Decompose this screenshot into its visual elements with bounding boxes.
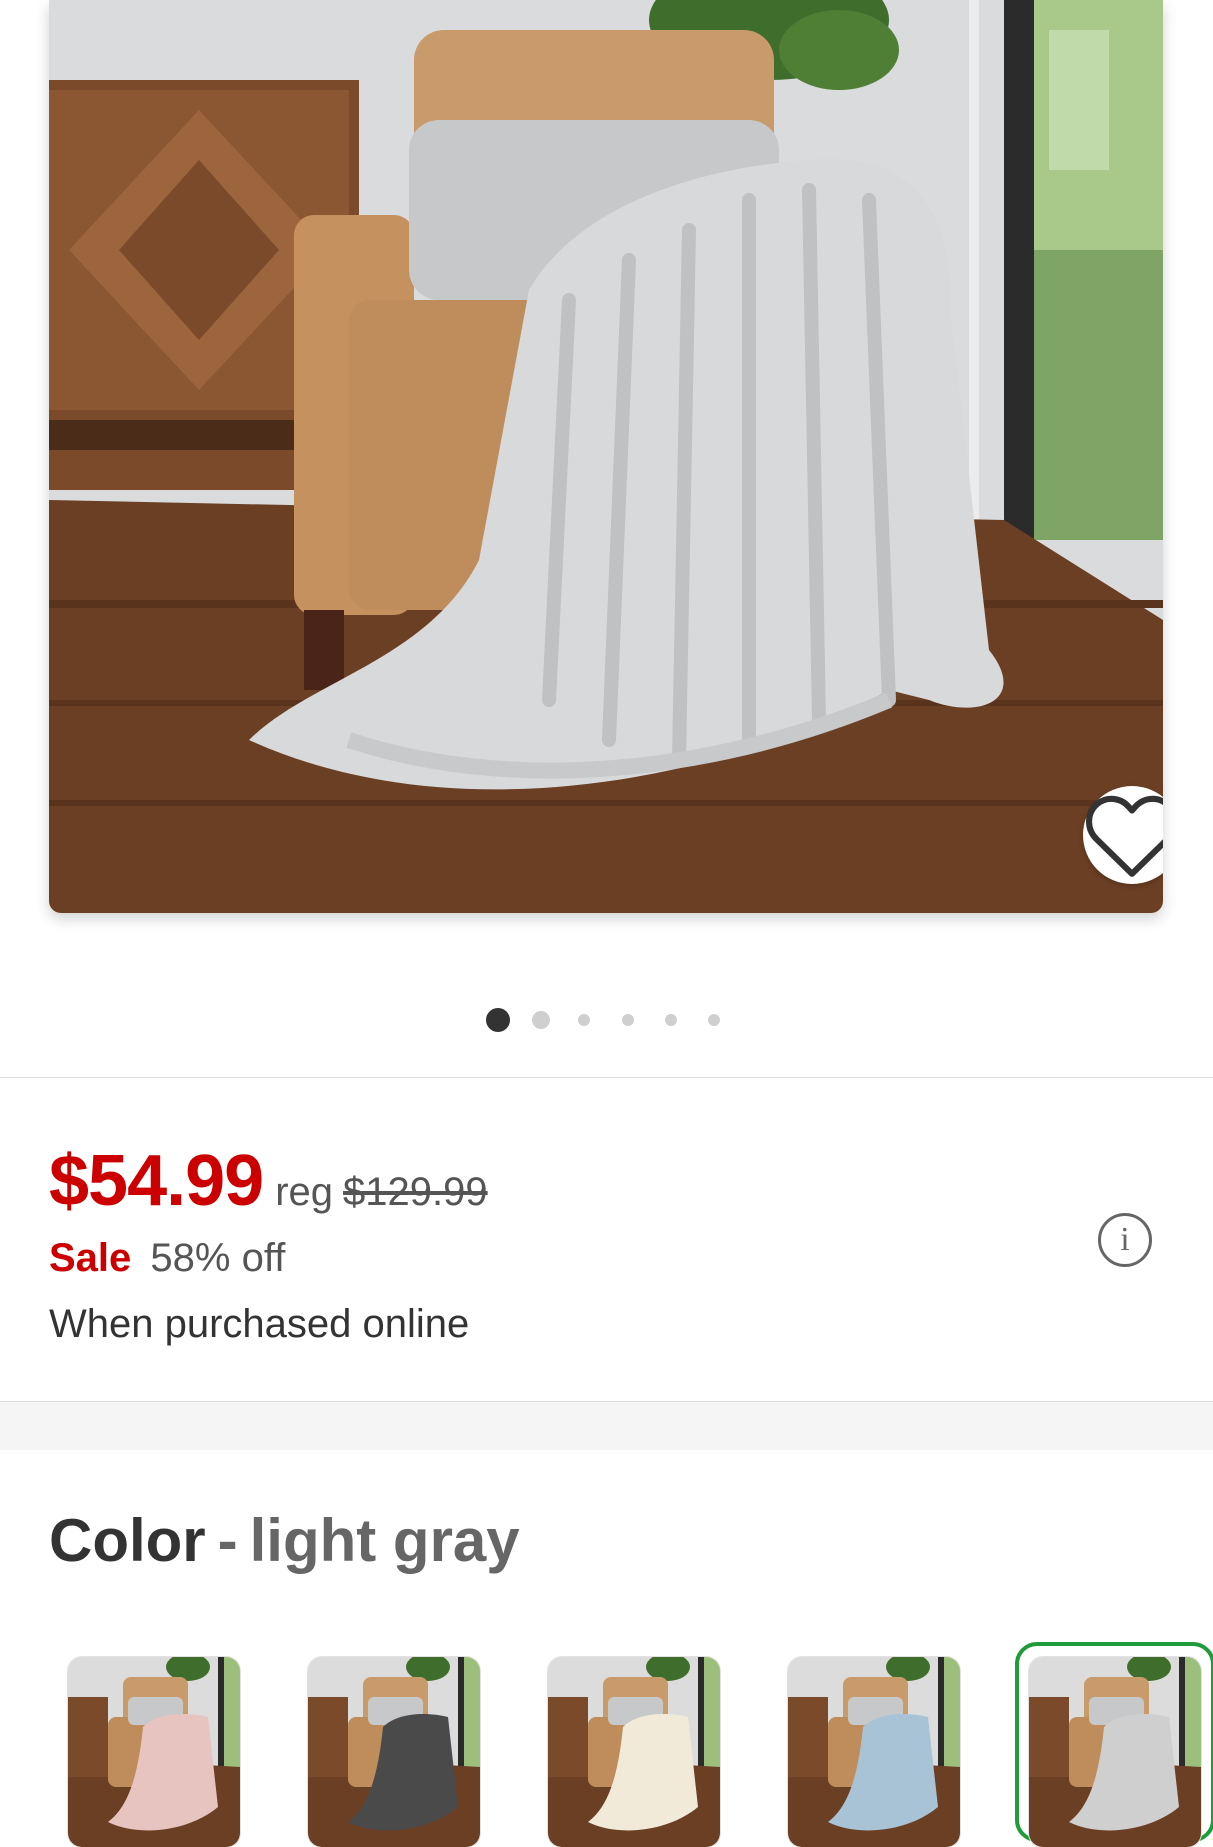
sale-badge: Sale: [49, 1236, 132, 1280]
heart-outline-icon: [1086, 795, 1163, 877]
section-divider: [0, 1077, 1213, 1078]
carousel-dot[interactable]: [578, 1014, 590, 1026]
swatch-thumbnail: [788, 1657, 960, 1847]
carousel-dot[interactable]: [532, 1011, 550, 1029]
color-swatch[interactable]: [1029, 1657, 1201, 1847]
carousel-dot[interactable]: [708, 1014, 720, 1026]
color-separator: -: [217, 1507, 238, 1574]
product-photo: [49, 0, 1163, 913]
color-swatch[interactable]: [548, 1657, 720, 1847]
swatch-thumbnail: [68, 1657, 240, 1847]
swatch-thumbnail: [308, 1657, 480, 1847]
price-row: $54.99 reg $129.99: [49, 1140, 488, 1222]
carousel-dot[interactable]: [486, 1008, 510, 1032]
sale-row: Sale 58% off: [49, 1236, 285, 1281]
swatch-thumbnail: [548, 1657, 720, 1847]
purchase-note: When purchased online: [49, 1302, 470, 1346]
color-swatch[interactable]: [308, 1657, 480, 1847]
regular-price: $129.99: [343, 1170, 488, 1214]
color-swatch[interactable]: [788, 1657, 960, 1847]
selected-color-value: light gray: [249, 1507, 520, 1574]
color-swatch[interactable]: [68, 1657, 240, 1847]
discount-text: 58% off: [150, 1236, 286, 1280]
reg-label: reg: [275, 1170, 334, 1214]
color-label: Color: [49, 1507, 206, 1574]
carousel-dot[interactable]: [622, 1014, 634, 1026]
info-icon[interactable]: i: [1098, 1213, 1152, 1267]
sale-price: $54.99: [49, 1141, 264, 1221]
carousel-dot[interactable]: [665, 1014, 677, 1026]
swatch-thumbnail: [1029, 1657, 1201, 1847]
color-heading: Color - light gray: [49, 1506, 520, 1575]
favorite-button[interactable]: [1083, 786, 1163, 884]
section-separator-band: [0, 1401, 1213, 1450]
product-image[interactable]: [49, 0, 1163, 913]
carousel-pagination: [0, 1008, 1213, 1032]
